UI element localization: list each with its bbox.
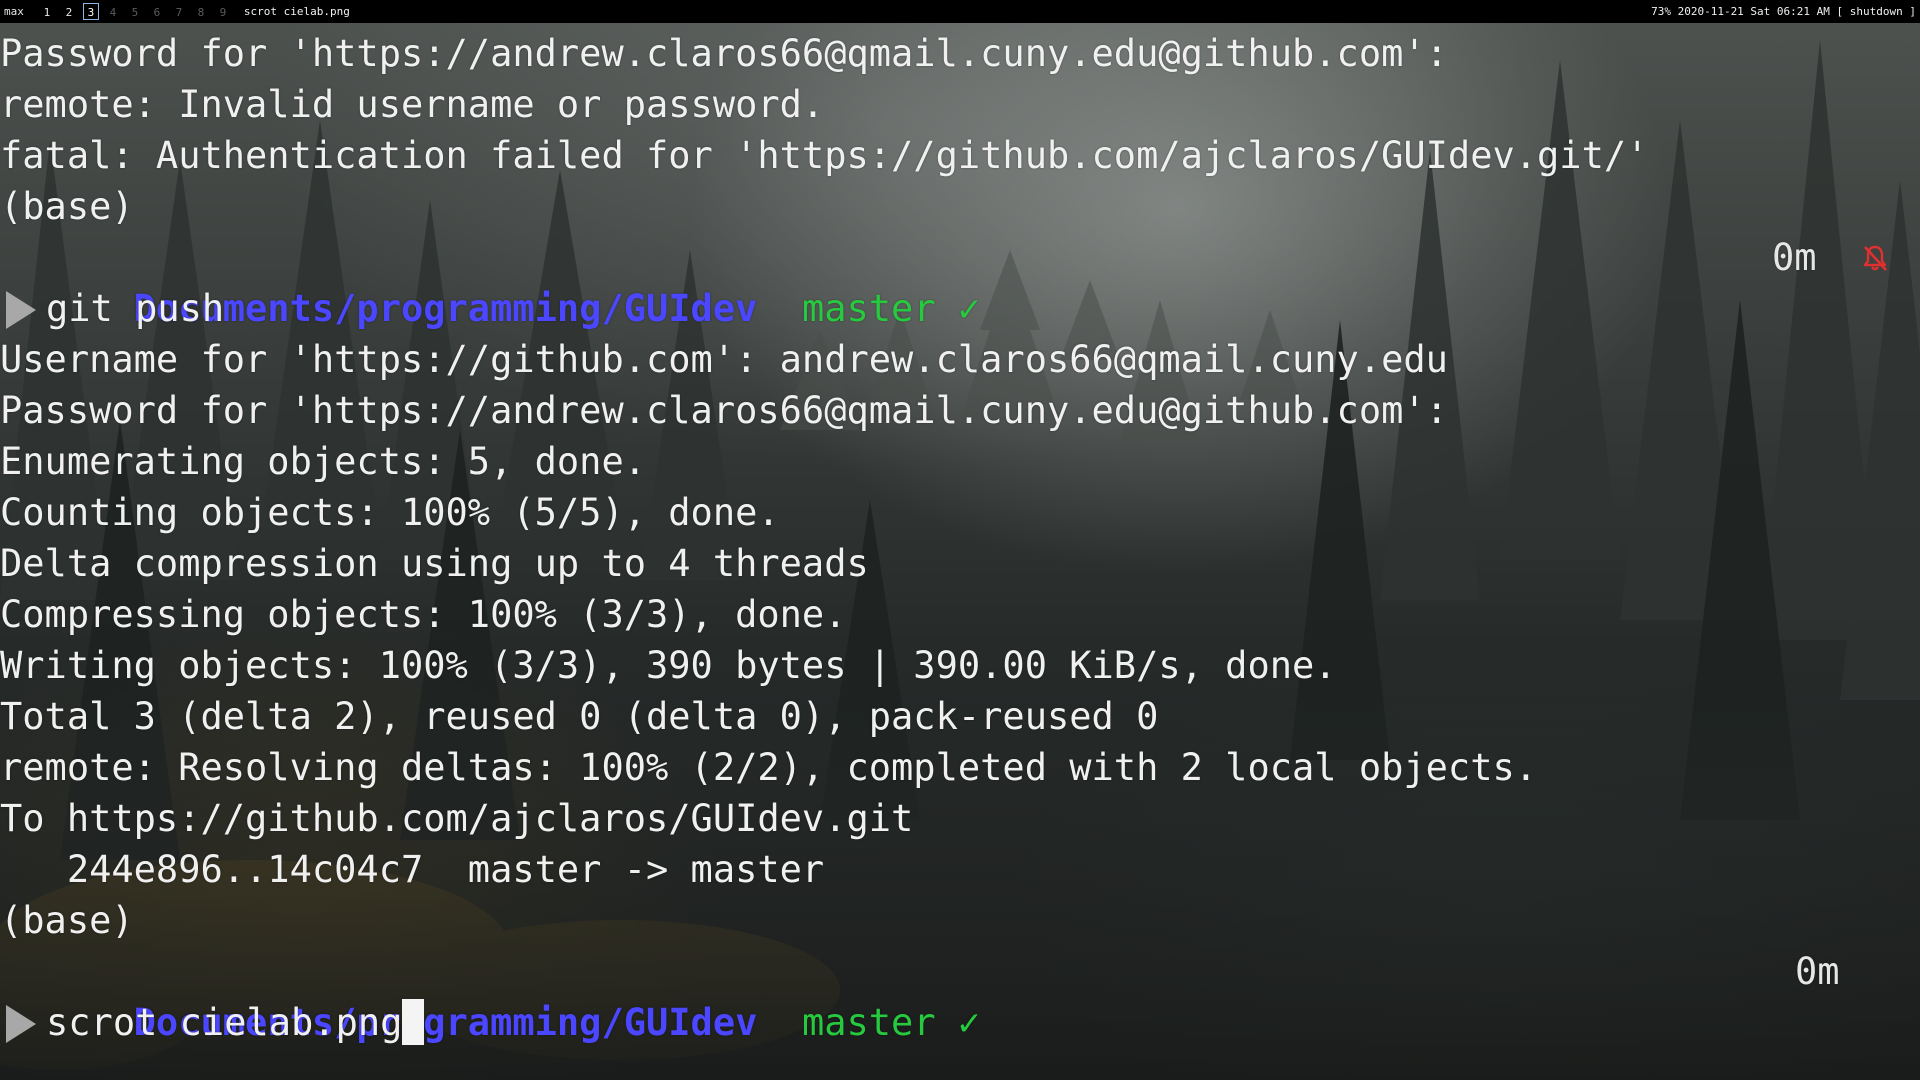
output-line: remote: Invalid username or password. xyxy=(0,83,825,126)
workspace-7[interactable]: 7 xyxy=(168,4,190,21)
block-cursor xyxy=(402,999,425,1045)
prompt-arrow-icon xyxy=(6,291,36,329)
output-line: (base) xyxy=(0,185,134,228)
terminal-window[interactable]: Password for 'https://andrew.claros66@qm… xyxy=(0,28,1920,1080)
workspace-2[interactable]: 2 xyxy=(58,4,80,21)
workspace-5[interactable]: 5 xyxy=(124,4,146,21)
command-line: git push xyxy=(0,283,1920,334)
bell-off-icon xyxy=(1863,245,1887,271)
workspace-4[interactable]: 4 xyxy=(102,4,124,21)
prompt-line: Documents/programming/GUIdev master ✓ 0m xyxy=(0,232,1920,330)
workspace-9[interactable]: 9 xyxy=(212,4,234,21)
prompt-elapsed-time: 0m xyxy=(1772,236,1817,279)
workspace-6[interactable]: 6 xyxy=(146,4,168,21)
system-status[interactable]: 73% 2020-11-21 Sat 06:21 AM [ shutdown ] xyxy=(1651,0,1916,23)
desktop: max 123456789 scrot cielab.png 73% 2020-… xyxy=(0,0,1920,1080)
output-line: Writing objects: 100% (3/3), 390 bytes |… xyxy=(0,644,1337,687)
top-bar: max 123456789 scrot cielab.png 73% 2020-… xyxy=(0,0,1920,23)
output-line: Total 3 (delta 2), reused 0 (delta 0), p… xyxy=(0,695,1159,738)
output-line: remote: Resolving deltas: 100% (2/2), co… xyxy=(0,746,1538,789)
output-line: (base) xyxy=(0,899,134,942)
layout-indicator[interactable]: max xyxy=(0,5,24,18)
workspace-3[interactable]: 3 xyxy=(82,2,99,20)
output-line: 244e896..14c04c7 master -> master xyxy=(0,848,825,891)
output-line: To https://github.com/ajclaros/GUIdev.gi… xyxy=(0,797,914,840)
input-text[interactable]: scrot cielab.png xyxy=(46,1001,402,1044)
command-text: git push xyxy=(46,287,225,330)
output-line: Enumerating objects: 5, done. xyxy=(0,440,647,483)
input-line[interactable]: scrot cielab.png xyxy=(0,997,1920,1048)
prompt-arrow-icon xyxy=(6,1005,36,1043)
output-line: Counting objects: 100% (5/5), done. xyxy=(0,491,780,534)
output-line: Delta compression using up to 4 threads xyxy=(0,542,869,585)
output-line: Password for 'https://andrew.claros66@qm… xyxy=(0,32,1448,75)
window-title: scrot cielab.png xyxy=(243,5,350,18)
workspace-8[interactable]: 8 xyxy=(190,4,212,21)
output-line: Password for 'https://andrew.claros66@qm… xyxy=(0,389,1448,432)
prompt-elapsed-time: 0m xyxy=(1795,950,1840,993)
output-line: fatal: Authentication failed for 'https:… xyxy=(0,134,1649,177)
workspace-list: 123456789 xyxy=(36,2,234,21)
output-line: Username for 'https://github.com': andre… xyxy=(0,338,1448,381)
output-line: Compressing objects: 100% (3/3), done. xyxy=(0,593,847,636)
workspace-1[interactable]: 1 xyxy=(36,4,58,21)
prompt-line: Documents/programming/GUIdev master ✓ 0m xyxy=(0,946,1920,1044)
